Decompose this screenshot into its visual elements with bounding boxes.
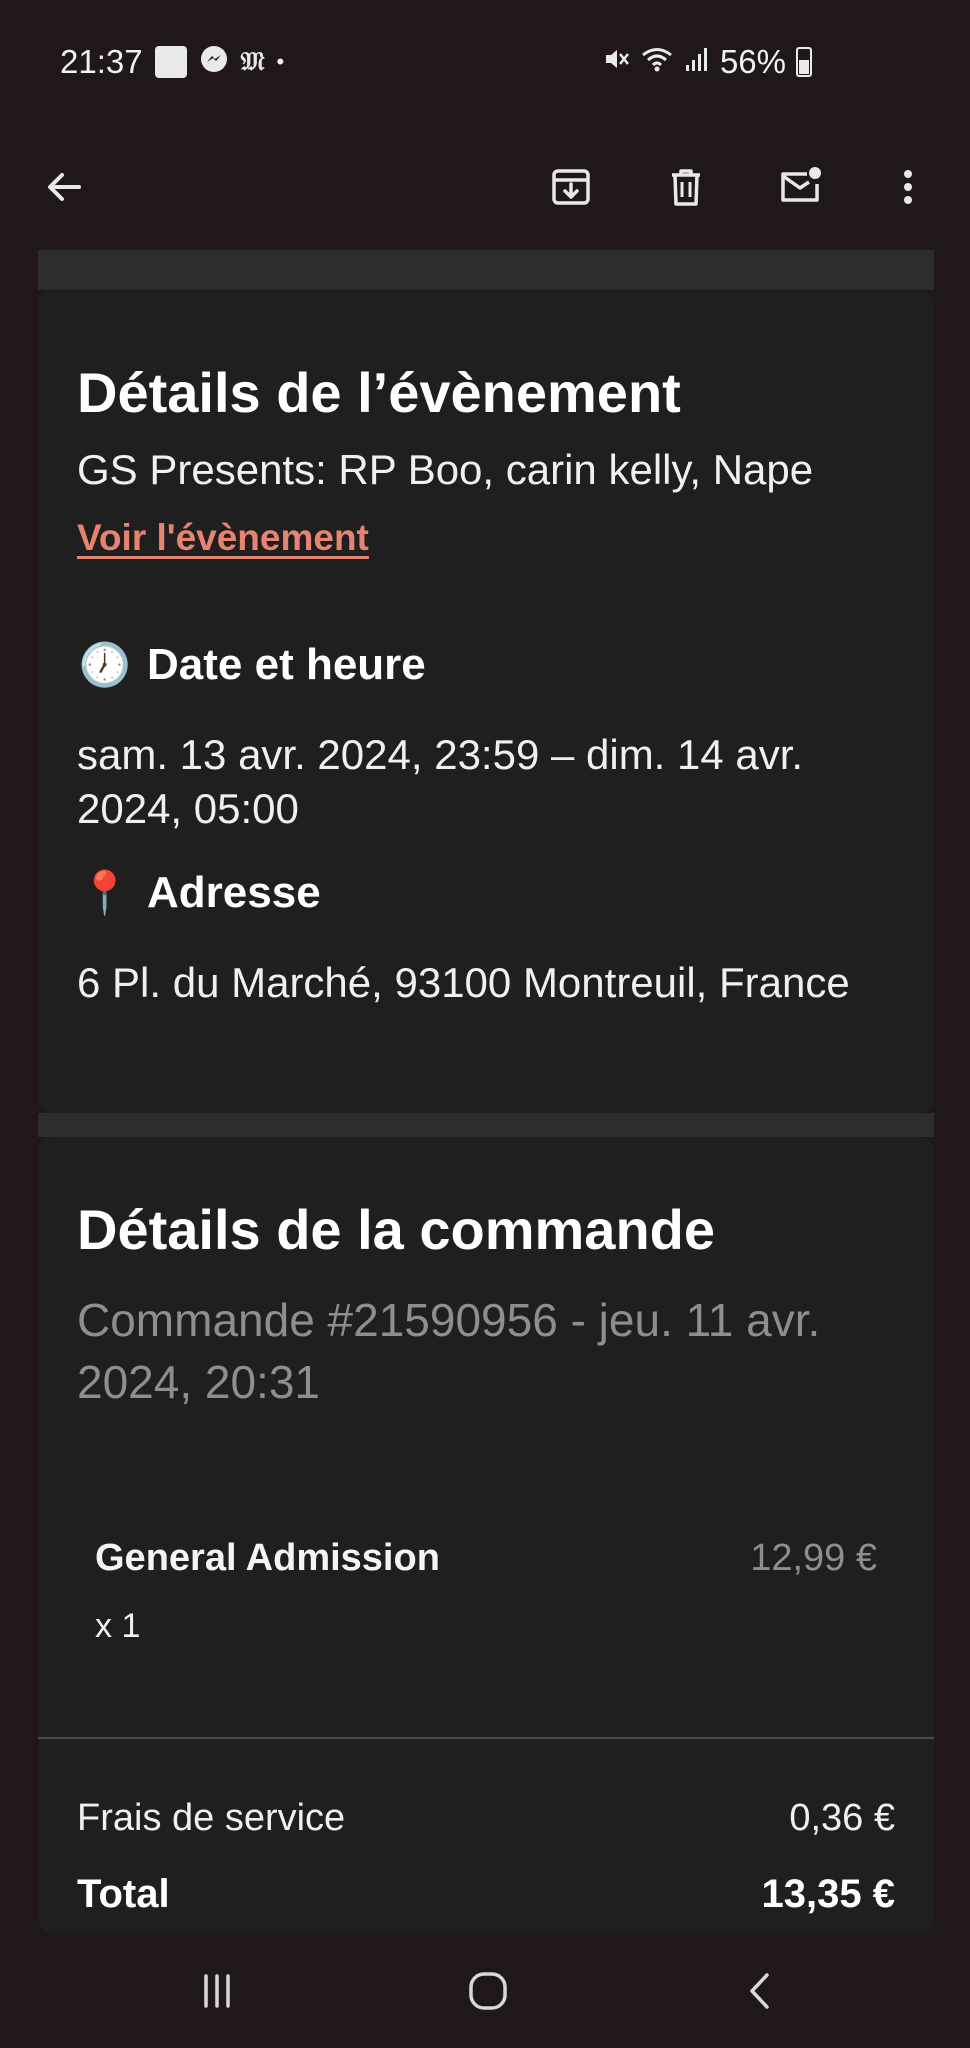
- clock-icon: 🕖: [78, 640, 132, 688]
- back-icon: [750, 1973, 769, 2009]
- order-section-title: Détails de la commande: [77, 1198, 716, 1261]
- order-meta-line2: 2024, 20:31: [77, 1356, 321, 1408]
- card-separator: [38, 1113, 934, 1137]
- order-item-qty: x 1: [95, 1607, 141, 1645]
- system-nav-bar: [0, 1933, 970, 2048]
- delete-icon: [672, 169, 700, 206]
- messenger-icon: [199, 44, 229, 81]
- status-right: 56%: [602, 40, 812, 84]
- top-strip: [38, 250, 934, 290]
- recent-apps-button[interactable]: [172, 1953, 262, 2029]
- mark-unread-button[interactable]: [762, 149, 838, 225]
- wifi-icon: [640, 43, 674, 81]
- home-button[interactable]: [443, 1953, 533, 2029]
- mark-unread-icon: [781, 167, 821, 202]
- mute-icon: [602, 43, 630, 81]
- pin-icon: 📍: [78, 868, 132, 916]
- archive-icon: [552, 169, 590, 205]
- total-value: 13,35 €: [761, 1872, 895, 1916]
- datetime-heading-label: Date et heure: [147, 640, 426, 689]
- event-name: GS Presents: RP Boo, carin kelly, Nape: [77, 446, 814, 493]
- order-item-name: General Admission: [95, 1537, 440, 1579]
- order-divider: [38, 1737, 934, 1739]
- battery-percent: 56%: [719, 43, 786, 80]
- event-datetime-line2: 2024, 05:00: [77, 785, 299, 832]
- archive-button[interactable]: [533, 149, 609, 225]
- event-datetime: sam. 13 avr. 2024, 23:59 – dim. 14 avr. …: [77, 728, 803, 836]
- home-icon: [469, 1972, 507, 2010]
- view-event-link[interactable]: Voir l'évènement: [77, 517, 369, 559]
- event-address: 6 Pl. du Marché, 93100 Montreuil, France: [77, 959, 850, 1006]
- delete-button[interactable]: [648, 149, 724, 225]
- back-button[interactable]: [26, 149, 102, 225]
- fees-value: 0,36 €: [789, 1797, 895, 1839]
- email-toolbar: [0, 125, 970, 250]
- datetime-heading: 🕖 Date et heure: [77, 640, 426, 690]
- order-meta-line1: Commande #21590956 - jeu. 11 avr.: [77, 1294, 821, 1346]
- news-app-icon: 𝔐: [240, 46, 265, 77]
- total-label: Total: [77, 1872, 170, 1916]
- order-details-card: Détails de la commande Commande #2159095…: [38, 1137, 934, 1933]
- status-left: 21:37 𝔐 •: [60, 40, 284, 84]
- more-vertical-icon: [904, 170, 912, 204]
- address-heading: 📍 Adresse: [77, 868, 321, 918]
- order-meta: Commande #21590956 - jeu. 11 avr. 2024, …: [77, 1289, 820, 1413]
- fees-label: Frais de service: [77, 1797, 346, 1839]
- status-bar: 21:37 𝔐 • 56%: [0, 0, 970, 125]
- more-options-button[interactable]: [870, 149, 946, 225]
- nav-back-button[interactable]: [716, 1953, 806, 2029]
- email-body[interactable]: Détails de l’évènement GS Presents: RP B…: [0, 250, 970, 1933]
- event-section-title: Détails de l’évènement: [77, 361, 681, 424]
- more-dot-icon: •: [276, 49, 285, 74]
- status-time: 21:37: [60, 43, 143, 80]
- recent-apps-icon: [204, 1974, 230, 2008]
- screenshot-icon: [154, 46, 187, 78]
- arrow-left-icon: [48, 173, 81, 201]
- address-heading-label: Adresse: [147, 868, 321, 917]
- event-details-card: Détails de l’évènement GS Presents: RP B…: [38, 290, 934, 1113]
- event-datetime-line1: sam. 13 avr. 2024, 23:59 – dim. 14 avr.: [77, 731, 804, 778]
- order-item-price: 12,99 €: [750, 1537, 877, 1579]
- signal-icon: [684, 43, 710, 81]
- battery-icon: [796, 47, 812, 77]
